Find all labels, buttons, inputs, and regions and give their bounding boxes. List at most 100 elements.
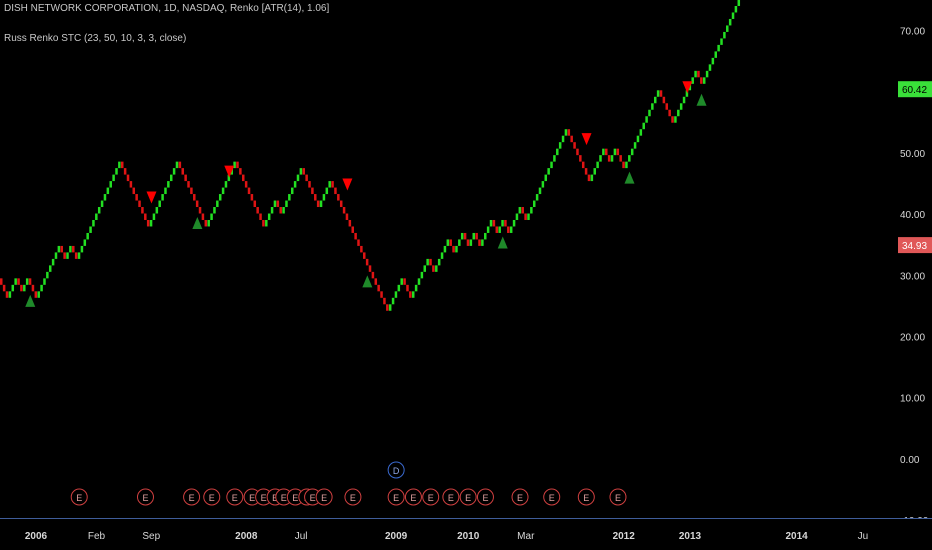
renko-brick-up bbox=[481, 239, 484, 246]
renko-brick-down bbox=[700, 77, 703, 84]
renko-brick-down bbox=[337, 194, 340, 201]
earnings-event-marker[interactable]: E bbox=[422, 488, 440, 506]
renko-brick-up bbox=[83, 239, 87, 246]
renko-brick-down bbox=[316, 200, 320, 208]
svg-text:E: E bbox=[465, 493, 471, 503]
renko-brick-down bbox=[31, 284, 35, 292]
renko-brick-down bbox=[507, 226, 510, 233]
earnings-event-marker[interactable]: E bbox=[70, 488, 88, 506]
renko-brick-up bbox=[648, 109, 651, 117]
renko-brick-down bbox=[452, 245, 455, 253]
renko-brick-up bbox=[679, 103, 683, 110]
time-tick-label: Ju bbox=[858, 531, 869, 542]
time-tick-label: 2006 bbox=[25, 531, 48, 542]
renko-brick-down bbox=[584, 168, 588, 175]
renko-brick-down bbox=[466, 239, 470, 246]
renko-brick-down bbox=[665, 103, 669, 110]
earnings-event-marker[interactable]: E bbox=[609, 488, 627, 506]
time-tick-label: Feb bbox=[88, 531, 106, 542]
renko-brick-up bbox=[625, 161, 628, 169]
earnings-event-marker[interactable]: E bbox=[387, 488, 405, 506]
renko-brick-up bbox=[322, 194, 326, 201]
earnings-event-marker[interactable]: E bbox=[183, 488, 201, 506]
renko-brick-down bbox=[247, 187, 251, 195]
earnings-event-marker[interactable]: E bbox=[442, 488, 460, 506]
earnings-event-marker[interactable]: E bbox=[226, 488, 244, 506]
renko-brick-down bbox=[403, 278, 406, 285]
renko-brick-down bbox=[463, 232, 467, 240]
renko-brick-up bbox=[711, 57, 715, 65]
renko-brick-up bbox=[69, 245, 72, 253]
renko-brick-down bbox=[374, 278, 378, 285]
renko-brick-up bbox=[714, 51, 717, 58]
renko-brick-up bbox=[544, 174, 548, 182]
renko-brick-down bbox=[279, 207, 282, 214]
renko-brick-up bbox=[325, 187, 329, 195]
renko-brick-up bbox=[25, 278, 29, 285]
renko-brick-up bbox=[628, 155, 631, 162]
price-tick-label: 20.00 bbox=[900, 333, 925, 344]
renko-brick-down bbox=[339, 200, 343, 208]
earnings-event-marker[interactable]: E bbox=[511, 488, 529, 506]
renko-brick-down bbox=[579, 155, 582, 162]
renko-brick-up bbox=[46, 271, 49, 279]
renko-brick-down bbox=[305, 174, 308, 182]
chart-window: { "chart_data": { "type": "renko", "titl… bbox=[0, 0, 932, 550]
time-axis[interactable]: 2006 Feb Sep 2008 Jul 2009 2010 Mar 2012 2013 2014… bbox=[0, 518, 932, 550]
renko-brick-up bbox=[639, 129, 643, 136]
renko-brick-down bbox=[449, 239, 452, 246]
earnings-event-marker[interactable]: E bbox=[315, 488, 333, 506]
renko-brick-up bbox=[486, 226, 490, 233]
earnings-event-marker[interactable]: E bbox=[203, 488, 221, 506]
renko-brick-up bbox=[169, 174, 173, 182]
renko-brick-down bbox=[581, 161, 585, 169]
renko-brick-down bbox=[570, 135, 573, 143]
renko-brick-up bbox=[645, 116, 648, 123]
last-price-label: 60.42 bbox=[902, 85, 927, 96]
renko-brick-down bbox=[201, 213, 205, 220]
renko-brick-up bbox=[651, 103, 654, 110]
renko-brick-down bbox=[250, 194, 254, 201]
renko-brick-up bbox=[400, 278, 403, 285]
renko-brick-up bbox=[440, 252, 444, 259]
time-tick-label: Mar bbox=[517, 531, 535, 542]
renko-brick-down bbox=[351, 226, 354, 233]
time-tick-label: 2014 bbox=[785, 531, 808, 542]
earnings-event-marker[interactable]: E bbox=[404, 488, 422, 506]
renko-brick-up bbox=[14, 278, 17, 285]
renko-brick-up bbox=[446, 239, 450, 246]
svg-text:E: E bbox=[232, 493, 238, 503]
renko-brick-up bbox=[40, 284, 43, 292]
renko-brick-down bbox=[74, 252, 78, 259]
earnings-event-marker[interactable]: E bbox=[136, 488, 154, 506]
renko-brick-up bbox=[95, 213, 98, 220]
renko-brick-up bbox=[423, 265, 427, 272]
time-tick-label: Jul bbox=[295, 531, 308, 542]
renko-brick-down bbox=[605, 148, 608, 156]
renko-brick-up bbox=[267, 213, 271, 220]
earnings-event-marker[interactable]: E bbox=[577, 488, 595, 506]
renko-brick-up bbox=[677, 109, 680, 117]
earnings-event-marker[interactable]: E bbox=[543, 488, 561, 506]
renko-brick-down bbox=[619, 155, 622, 162]
renko-brick-up bbox=[158, 200, 161, 208]
renko-chart-canvas[interactable]: EEEEEEEEEEEEEEEEEEEEEEEED bbox=[0, 0, 932, 520]
earnings-event-marker[interactable]: E bbox=[476, 488, 494, 506]
renko-brick-down bbox=[146, 219, 150, 227]
renko-brick-up bbox=[561, 135, 565, 143]
price-axis[interactable]: -10.000.0010.0020.0030.0040.0050.0060.00… bbox=[896, 0, 932, 520]
time-tick-label: 2009 bbox=[385, 531, 408, 542]
renko-brick-down bbox=[342, 207, 346, 214]
renko-brick-up bbox=[691, 77, 694, 84]
renko-brick-down bbox=[331, 181, 334, 188]
stc-level-label: 34.93 bbox=[902, 241, 927, 252]
renko-brick-down bbox=[135, 194, 138, 201]
dividend-event-marker[interactable]: D bbox=[387, 461, 405, 479]
renko-brick-up bbox=[613, 148, 617, 156]
earnings-event-marker[interactable]: E bbox=[459, 488, 477, 506]
renko-brick-down bbox=[181, 168, 184, 175]
renko-brick-up bbox=[443, 245, 447, 253]
renko-brick-up bbox=[694, 70, 697, 78]
renko-brick-down bbox=[348, 219, 352, 227]
earnings-event-marker[interactable]: E bbox=[344, 488, 362, 506]
